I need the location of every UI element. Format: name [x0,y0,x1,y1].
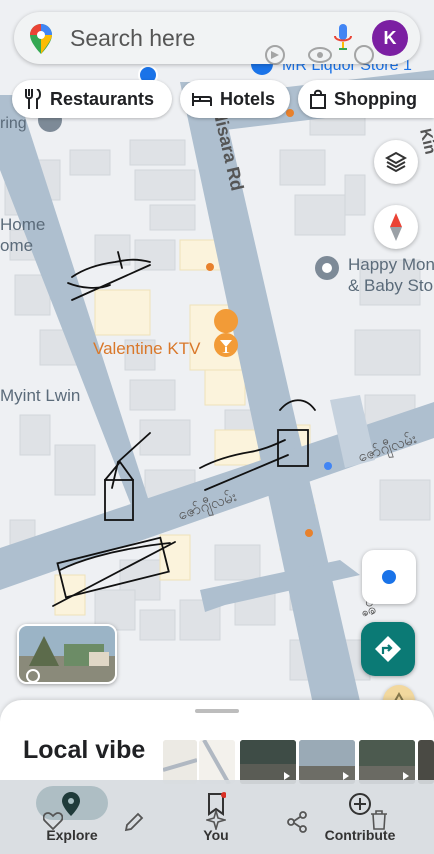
chip-label: Restaurants [50,88,155,109]
edit-icon[interactable] [123,811,145,833]
share-icon[interactable] [286,811,308,833]
layers-button[interactable] [374,140,418,184]
video-thumbnail-image [240,740,296,784]
compass-icon [390,213,402,241]
video-thumbnail-image [299,740,355,784]
place-label-home-2: ome [0,236,33,255]
nav-label: Contribute [324,827,396,843]
sheet-drag-handle[interactable] [195,709,239,713]
maps-logo-icon [30,24,52,54]
vibe-thumbnail[interactable] [163,740,197,784]
vibe-video-thumbnail[interactable] [418,740,434,784]
directions-button[interactable] [361,622,415,676]
nav-you[interactable]: You [166,780,266,854]
nav-label: Explore [46,827,98,843]
vibe-thumbnail[interactable] [199,740,235,784]
place-label-valentine-ktv: Valentine KTV [93,339,201,358]
compass-button[interactable] [374,205,418,249]
place-label-ring: ring [0,115,27,132]
fork-knife-icon [25,89,41,109]
add-circle-icon [349,793,371,815]
mic-icon[interactable] [334,24,352,52]
chip-label: Hotels [220,88,276,109]
street-view-thumbnail[interactable] [17,624,117,684]
explore-pin-icon [62,792,80,816]
overlay-controls-icon [265,45,374,65]
vibe-video-thumbnail[interactable] [240,740,296,784]
directions-icon [375,636,401,662]
vibe-video-thumbnail[interactable] [299,740,355,784]
chip-label: Shopping [334,88,417,109]
nav-explore[interactable]: Explore [22,780,122,854]
map-thumbnail-image [199,740,235,784]
street-view-image [19,626,115,682]
video-thumbnail-image [359,740,415,784]
chip-hotels[interactable]: Hotels [180,80,290,118]
bottom-nav: Explore You Contribute [0,780,434,854]
chip-restaurants[interactable]: Restaurants [12,80,172,118]
nav-contribute[interactable]: Contribute [310,780,410,854]
profile-avatar[interactable]: K [372,20,408,56]
shopping-bag-icon [310,89,326,109]
place-label-myint-lwin: Myint Lwin [0,386,80,405]
local-vibe-title: Local vibe [23,736,146,764]
search-placeholder[interactable]: Search here [70,25,195,52]
search-bar[interactable]: Search here K [14,12,420,65]
place-label-home-1: Home [0,215,45,234]
vibe-video-thumbnail[interactable] [359,740,415,784]
place-label-happy-mom-1: Happy Mon [348,255,434,274]
place-label-happy-mom-2: & Baby Sto [348,276,433,295]
nav-label: You [203,827,229,843]
layers-icon [385,151,407,173]
my-location-button[interactable] [362,550,416,604]
bed-icon [192,93,212,106]
my-location-icon [382,570,396,584]
map-thumbnail-image [163,740,197,784]
chip-shopping[interactable]: Shopping [298,80,434,118]
